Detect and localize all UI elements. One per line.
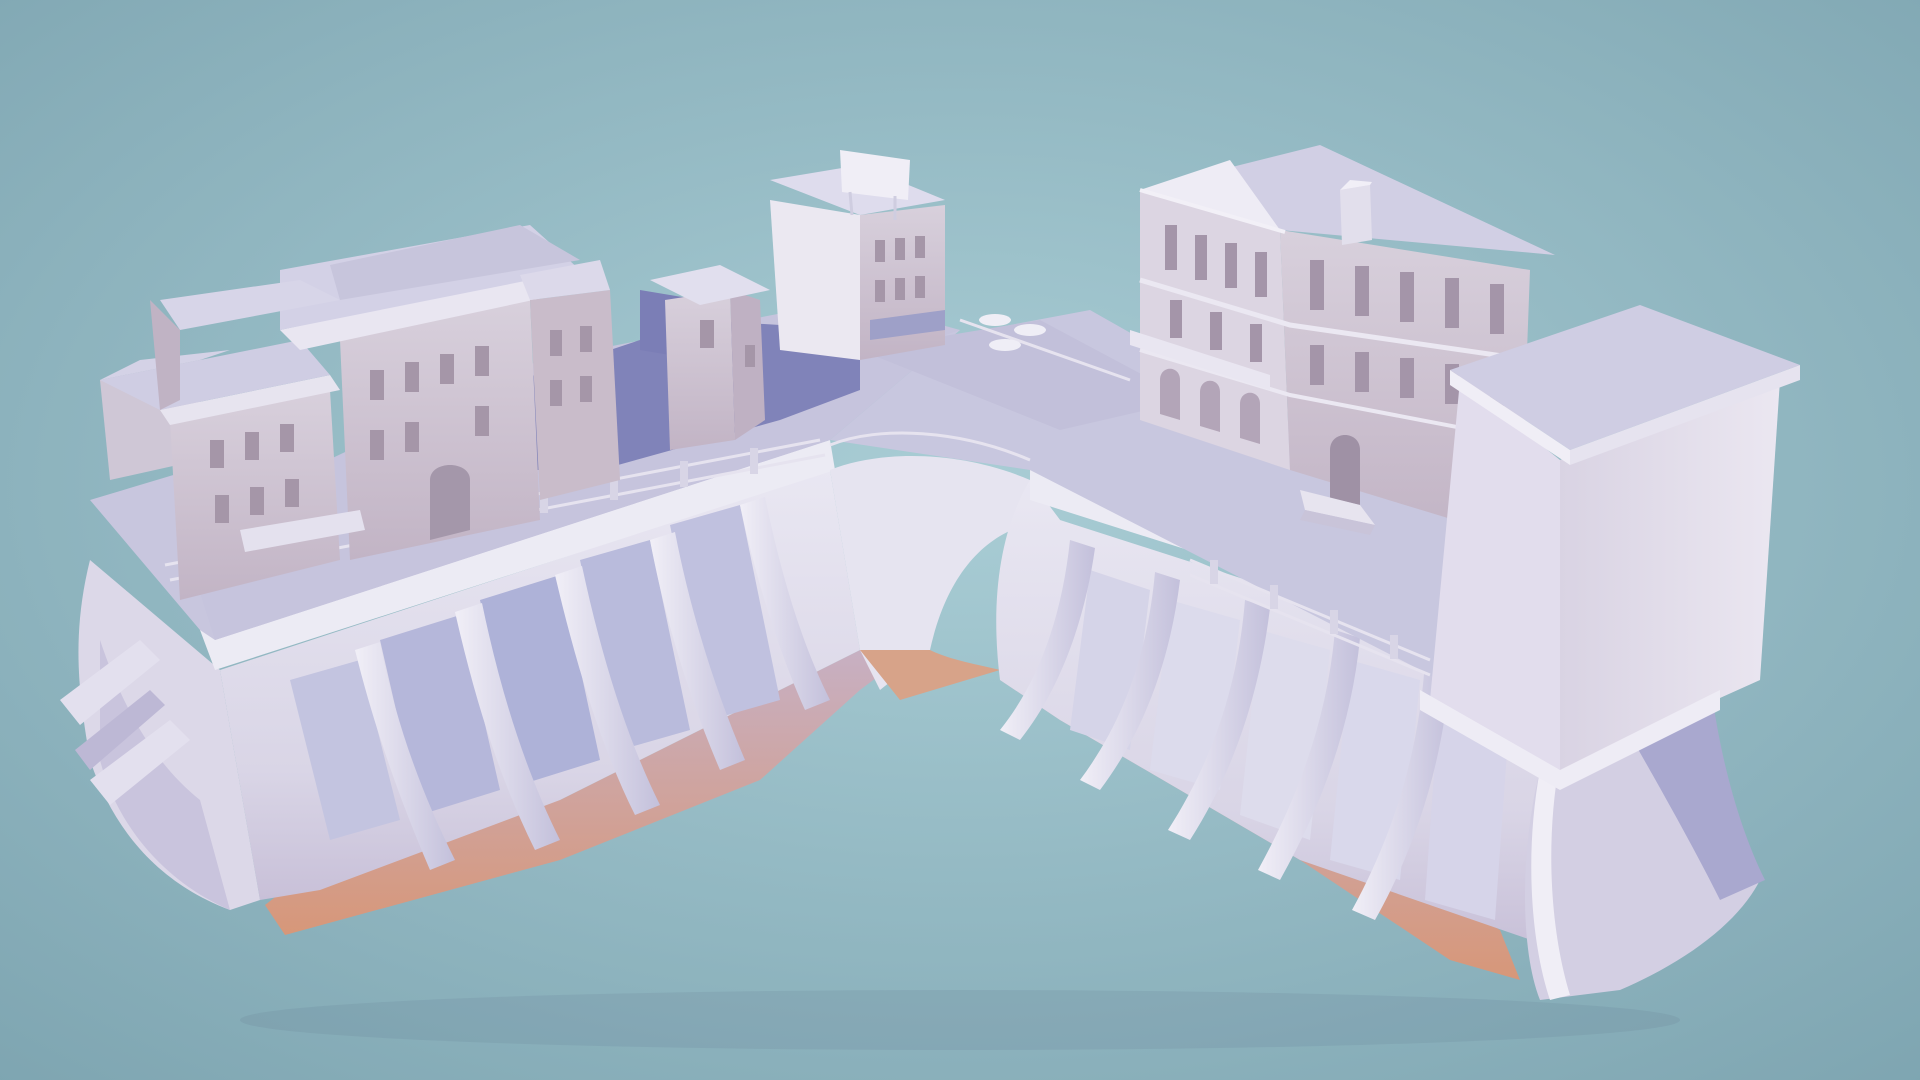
ambient-shadow [240, 990, 1680, 1050]
render-viewport[interactable] [0, 0, 1920, 1080]
chimney [1340, 185, 1372, 245]
scene-render [0, 0, 1920, 1080]
